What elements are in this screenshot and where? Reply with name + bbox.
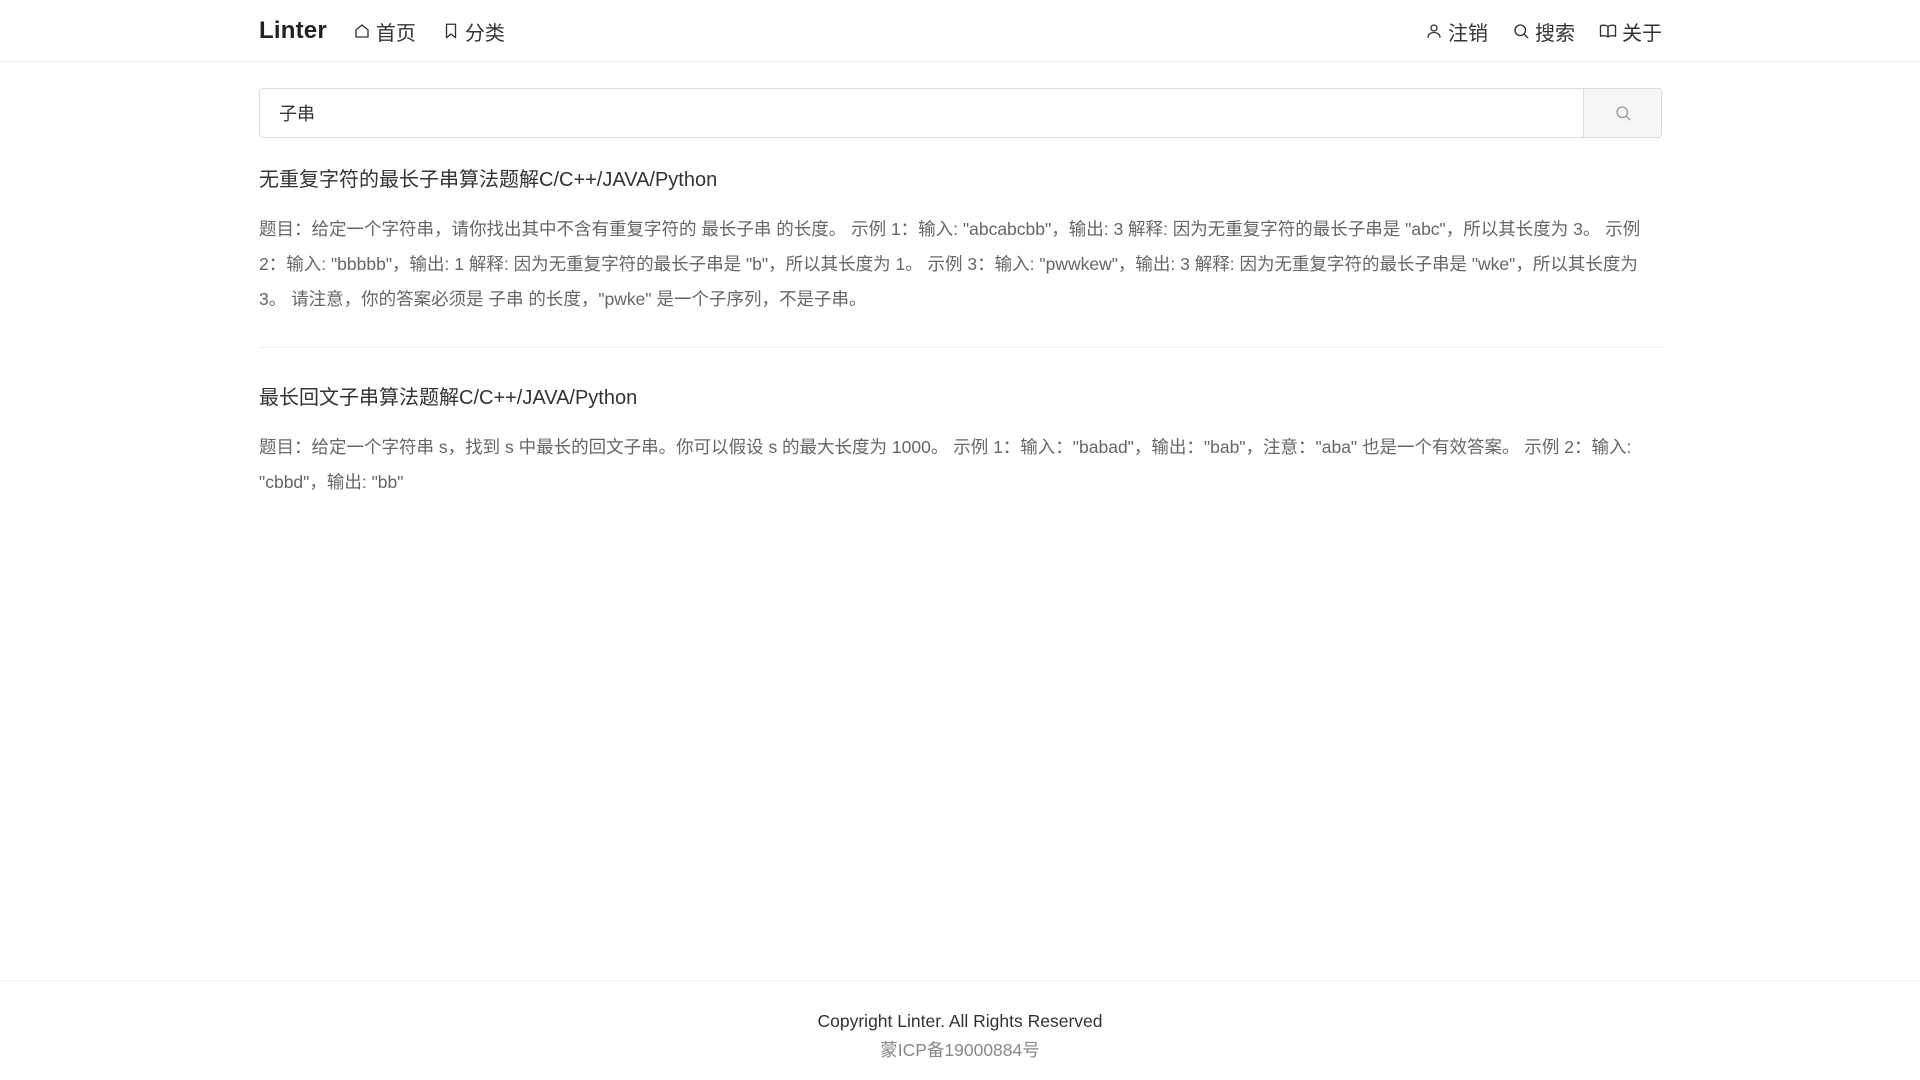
copyright-text: Copyright Linter. All Rights Reserved <box>817 1011 1103 1031</box>
result-excerpt: 题目：给定一个字符串，请你找出其中不含有重复字符的 最长子串 的长度。 示例 1… <box>259 219 1641 309</box>
search-bar <box>259 88 1662 138</box>
result-title-link[interactable]: 最长回文子串算法题解C/C++/JAVA/Python <box>259 378 1662 418</box>
search-results: 无重复字符的最长子串算法题解C/C++/JAVA/Python 题目：给定一个字… <box>259 160 1662 560</box>
nav-right: 注销 搜索 关于 <box>1401 17 1662 46</box>
nav-home[interactable]: 首页 <box>353 17 416 46</box>
result-item: 最长回文子串算法题解C/C++/JAVA/Python 题目：给定一个字符串 s… <box>259 378 1662 530</box>
navbar-inner: Linter 首页 分类 注销 搜索 关于 <box>259 0 1662 62</box>
nav-search[interactable]: 搜索 <box>1512 17 1575 46</box>
nav-left: Linter 首页 分类 <box>259 17 531 46</box>
home-icon <box>355 24 369 38</box>
footer: Copyright Linter. All Rights Reserved 蒙I… <box>0 980 1920 1080</box>
search-input[interactable] <box>260 89 1583 137</box>
result-excerpt: 题目：给定一个字符串 s，找到 s 中最长的回文子串。你可以假设 s 的最大长度… <box>259 437 1632 492</box>
result-item: 无重复字符的最长子串算法题解C/C++/JAVA/Python 题目：给定一个字… <box>259 160 1662 348</box>
top-navbar: Linter 首页 分类 注销 搜索 关于 <box>0 0 1920 62</box>
icp-link[interactable]: 蒙ICP备19000884号 <box>0 1037 1920 1063</box>
page: Linter 首页 分类 注销 搜索 关于 子串 无重复字符的最长子串算法题解C… <box>0 0 1920 1080</box>
brand-logo[interactable]: Linter <box>259 17 327 45</box>
nav-category[interactable]: 分类 <box>442 17 505 46</box>
nav-category-label: 分类 <box>464 22 505 45</box>
search-icon <box>1615 106 1630 121</box>
nav-logout[interactable]: 注销 <box>1425 17 1488 46</box>
bookmark-icon <box>445 23 457 39</box>
search-button[interactable] <box>1583 89 1661 137</box>
nav-logout-label: 注销 <box>1448 22 1488 45</box>
search-icon <box>1514 24 1529 39</box>
nav-search-label: 搜索 <box>1535 22 1575 45</box>
book-icon <box>1599 24 1617 38</box>
nav-home-label: 首页 <box>375 22 416 45</box>
nav-about[interactable]: 关于 <box>1599 17 1662 46</box>
nav-about-label: 关于 <box>1622 22 1662 45</box>
user-icon <box>1427 24 1441 38</box>
result-title-link[interactable]: 无重复字符的最长子串算法题解C/C++/JAVA/Python <box>259 160 1662 200</box>
